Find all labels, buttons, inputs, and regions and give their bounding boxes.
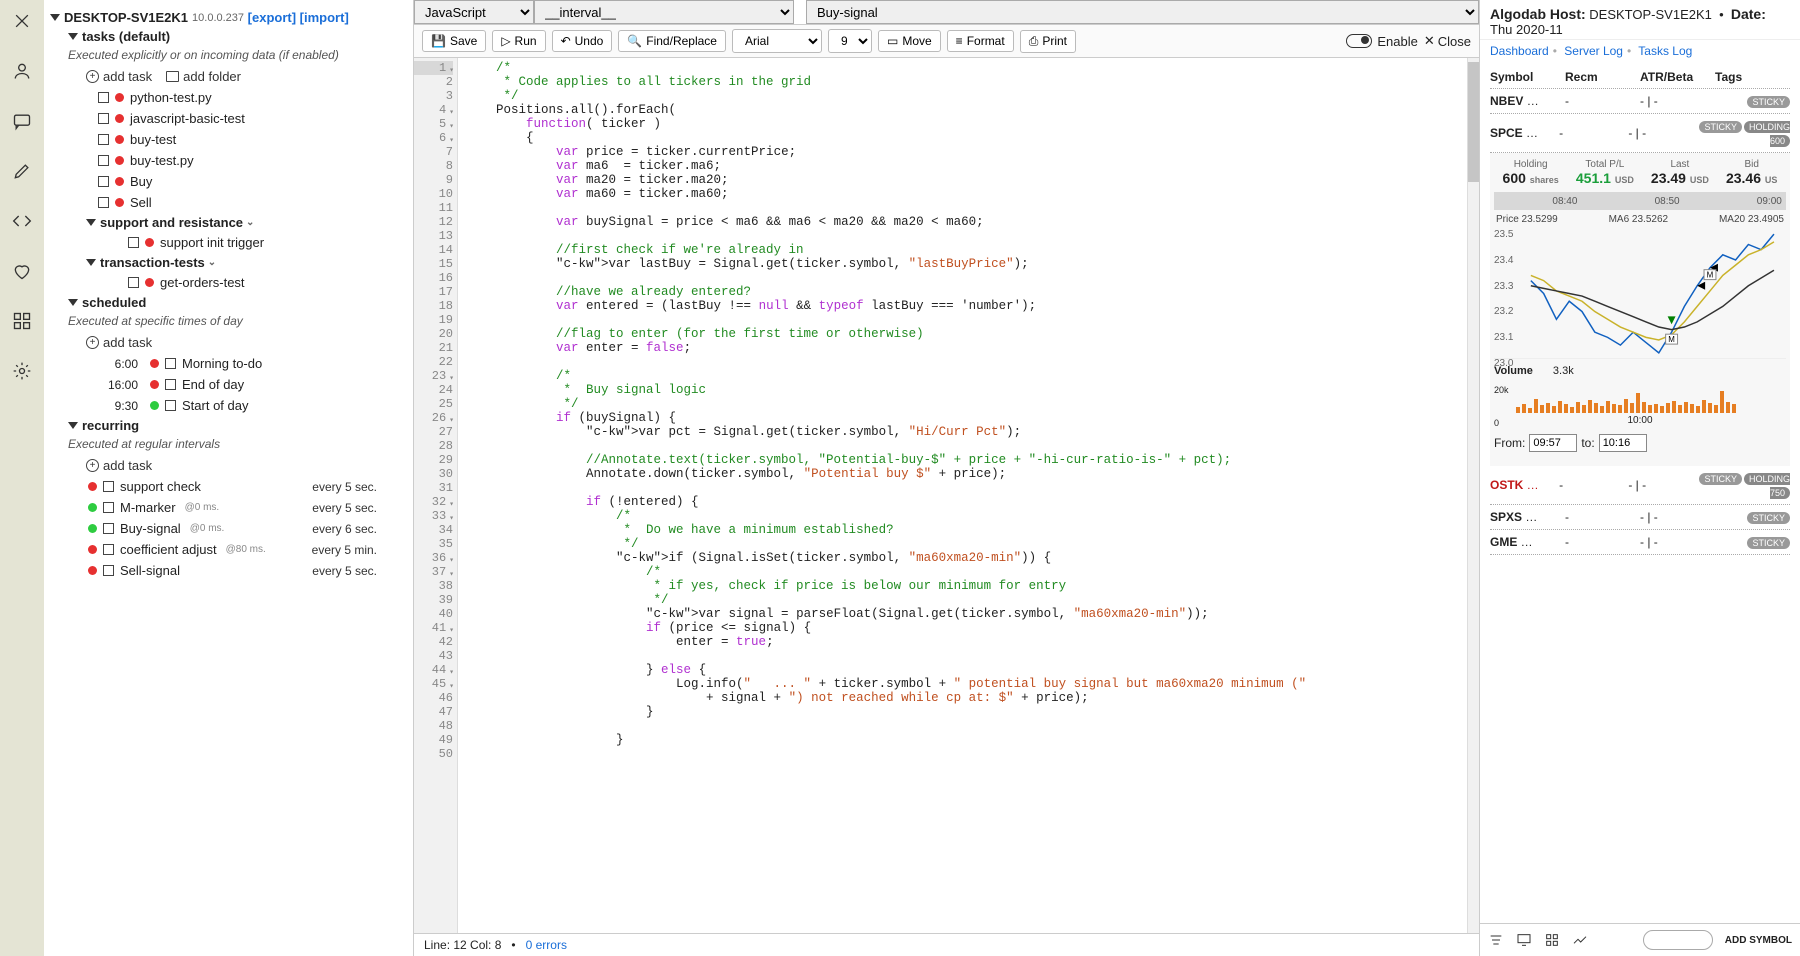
font-select[interactable]: Arial	[732, 29, 822, 53]
run-button[interactable]: ▷ Run	[492, 30, 545, 52]
to-input[interactable]	[1599, 434, 1647, 452]
symbol-search-input[interactable]	[1643, 930, 1713, 950]
sort-icon[interactable]	[1488, 932, 1504, 948]
user-icon[interactable]	[11, 60, 33, 82]
font-size-select[interactable]: 9	[828, 29, 872, 53]
transaction-folder[interactable]: transaction-tests⌄	[50, 253, 407, 272]
task-item[interactable]: buy-test.py	[50, 150, 407, 171]
right-tabs: Dashboard• Server Log• Tasks Log	[1480, 40, 1800, 66]
save-button[interactable]: 💾 Save	[422, 30, 486, 52]
scheduled-item[interactable]: 6:00Morning to-do	[50, 353, 407, 374]
close-icon[interactable]	[11, 10, 33, 32]
recurring-add-row: +add task	[50, 455, 407, 476]
symbol-row[interactable]: GME …-- | -STICKY	[1490, 530, 1790, 555]
time-range: From: to:	[1494, 434, 1786, 452]
scheduled-add-row: +add task	[50, 332, 407, 353]
editor-status: Line: 12 Col: 8 • 0 errors	[414, 933, 1479, 956]
add-task-button[interactable]: +add task	[86, 69, 152, 84]
tasks-add-row: +add task add folder	[50, 66, 407, 87]
top-selects: JavaScript __interval__ Buy-signal	[414, 0, 1479, 25]
scheduled-item[interactable]: 9:30Start of day	[50, 395, 407, 416]
apps-icon[interactable]	[11, 310, 33, 332]
task-item[interactable]: buy-test	[50, 129, 407, 150]
grid-icon[interactable]	[1544, 932, 1560, 948]
recurring-item[interactable]: coefficient adjust@80 ms.every 5 min.	[50, 539, 407, 560]
import-link[interactable]: [import]	[300, 10, 349, 25]
enable-toggle[interactable]: Enable	[1346, 34, 1417, 49]
task-item[interactable]: Sell	[50, 192, 407, 213]
add-task-button[interactable]: +add task	[86, 335, 152, 350]
symbol-row[interactable]: SPXS …-- | -STICKY	[1490, 505, 1790, 530]
host-node[interactable]: DESKTOP-SV1E2K110.0.0.237 [export] [impo…	[50, 8, 407, 27]
support-folder[interactable]: support and resistance⌄	[50, 213, 407, 232]
gear-icon[interactable]	[11, 360, 33, 382]
recurring-node[interactable]: recurring	[50, 416, 407, 435]
tasks-default-desc: Executed explicitly or on incoming data …	[50, 48, 407, 62]
task-item[interactable]: support init trigger	[50, 232, 407, 253]
scope-select[interactable]: __interval__	[534, 0, 794, 24]
code-icon[interactable]	[11, 210, 33, 232]
icon-rail	[0, 0, 44, 956]
right-panel: Algodab Host: DESKTOP-SV1E2K1 • Date: Th…	[1480, 0, 1800, 956]
recurring-item[interactable]: M-marker@0 ms.every 5 sec.	[50, 497, 407, 518]
recurring-item[interactable]: Sell-signalevery 5 sec.	[50, 560, 407, 581]
tasks-default-node[interactable]: tasks (default)	[50, 27, 407, 46]
recurring-desc: Executed at regular intervals	[50, 437, 407, 451]
cursor-position: Line: 12 Col: 8	[424, 938, 501, 952]
code-editor[interactable]: 1234567891011121314151617181920212223242…	[414, 58, 1479, 933]
error-count: 0 errors	[526, 938, 567, 952]
task-item[interactable]: Buy	[50, 171, 407, 192]
svg-text:M: M	[1707, 271, 1714, 280]
script-select[interactable]: Buy-signal	[806, 0, 1479, 24]
task-item[interactable]: get-orders-test	[50, 272, 407, 293]
right-bottom-bar: ADD SYMBOL	[1480, 923, 1800, 956]
language-select[interactable]: JavaScript	[414, 0, 534, 24]
monitor-icon[interactable]	[1516, 932, 1532, 948]
add-symbol-button[interactable]: ADD SYMBOL	[1725, 935, 1792, 946]
scheduled-node[interactable]: scheduled	[50, 293, 407, 312]
task-item[interactable]: python-test.py	[50, 87, 407, 108]
tab-serverlog[interactable]: Server Log	[1564, 44, 1623, 58]
symbol-table: SymbolRecmATR/BetaTags NBEV …-- | -STICK…	[1480, 66, 1800, 923]
print-button[interactable]: ⎙ Print	[1020, 30, 1076, 53]
symbol-expand: Holding600 sharesTotal P/L451.1 USDLast2…	[1490, 153, 1790, 466]
symbol-row[interactable]: NBEV …-- | -STICKY	[1490, 89, 1790, 114]
chart-icon[interactable]	[1572, 932, 1588, 948]
scheduled-item[interactable]: 16:00End of day	[50, 374, 407, 395]
symbol-table-header: SymbolRecmATR/BetaTags	[1490, 66, 1790, 89]
close-button[interactable]: ✕ Close	[1424, 33, 1471, 49]
symbol-row[interactable]: OSTK …-- | -STICKYHOLDING 750	[1490, 466, 1790, 505]
undo-button[interactable]: ↶ Undo	[552, 30, 613, 52]
task-item[interactable]: javascript-basic-test	[50, 108, 407, 129]
add-folder-button[interactable]: add folder	[166, 69, 241, 84]
editor-toolbar: 💾 Save ▷ Run ↶ Undo 🔍 Find/Replace Arial…	[414, 25, 1479, 58]
pencil-icon[interactable]	[11, 160, 33, 182]
find-button[interactable]: 🔍 Find/Replace	[618, 30, 726, 52]
tab-dashboard[interactable]: Dashboard	[1490, 44, 1549, 58]
sidebar-tree: DESKTOP-SV1E2K110.0.0.237 [export] [impo…	[44, 0, 414, 956]
scheduled-desc: Executed at specific times of day	[50, 314, 407, 328]
right-header: Algodab Host: DESKTOP-SV1E2K1 • Date: Th…	[1480, 0, 1800, 40]
tab-taskslog[interactable]: Tasks Log	[1638, 44, 1692, 58]
move-button[interactable]: ▭ Move	[878, 30, 941, 52]
heart-icon[interactable]	[11, 260, 33, 282]
editor-scrollbar[interactable]	[1467, 58, 1479, 933]
format-button[interactable]: ≡ Format	[947, 30, 1014, 52]
price-chart: 23.523.423.323.223.123.0MM	[1494, 229, 1786, 359]
export-link[interactable]: [export]	[248, 10, 296, 25]
symbol-row[interactable]: SPCE …-- | -STICKYHOLDING 600	[1490, 114, 1790, 153]
svg-text:M: M	[1668, 335, 1675, 344]
add-task-button[interactable]: +add task	[86, 458, 152, 473]
recurring-item[interactable]: Buy-signal@0 ms.every 6 sec.	[50, 518, 407, 539]
from-input[interactable]	[1529, 434, 1577, 452]
chat-icon[interactable]	[11, 110, 33, 132]
recurring-item[interactable]: support checkevery 5 sec.	[50, 476, 407, 497]
editor-pane: JavaScript __interval__ Buy-signal 💾 Sav…	[414, 0, 1480, 956]
